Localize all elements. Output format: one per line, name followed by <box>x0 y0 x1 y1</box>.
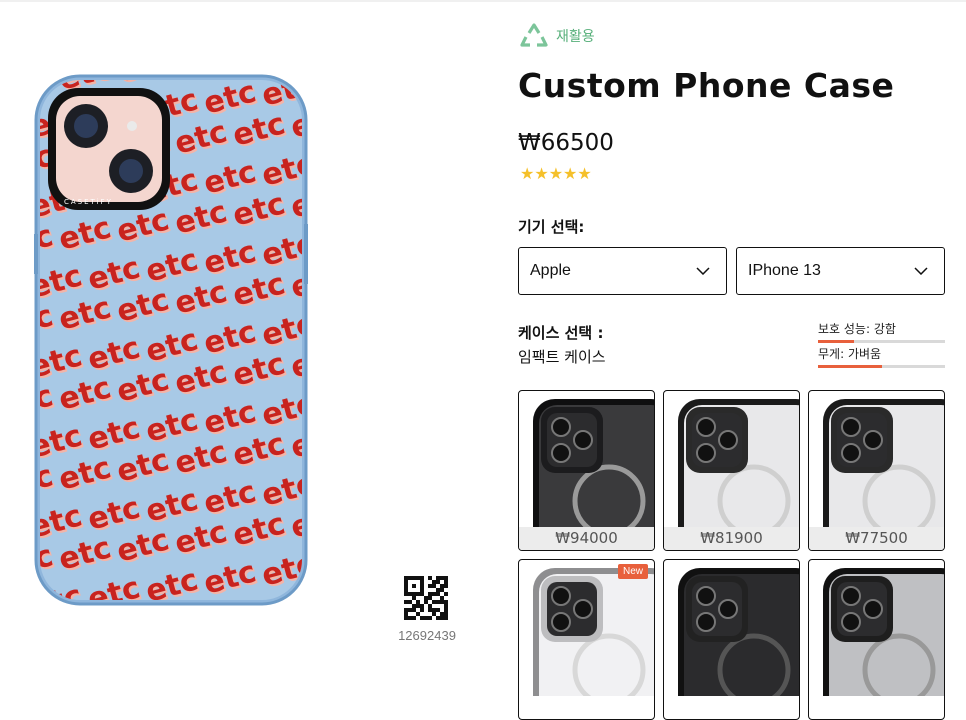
case-option-card[interactable]: ₩77500 <box>808 390 945 551</box>
top-divider <box>0 0 966 2</box>
spec-bar-fill <box>818 365 882 368</box>
product-price: ₩66500 <box>518 130 614 156</box>
case-option-image <box>533 399 654 527</box>
brand-text: CASETiFY <box>64 198 113 206</box>
spec-protection: 보호 성능: 강함 <box>818 320 945 343</box>
case-option-price: ₩81900 <box>664 527 799 550</box>
spec-bar <box>818 365 945 368</box>
new-badge: New <box>617 564 648 579</box>
chevron-down-icon <box>696 267 710 275</box>
product-hero-image: etc etc etc etc etc etc etc etc etc etc etc etc etc e… <box>34 74 308 606</box>
spec-bar <box>818 340 945 343</box>
spec-weight: 무게: 가벼움 <box>818 345 945 368</box>
case-option-card[interactable]: New <box>518 559 655 720</box>
chevron-down-icon <box>914 267 928 275</box>
case-option-image <box>678 568 799 696</box>
recycle-label: 재활용 <box>556 29 595 45</box>
brand-dropdown[interactable]: Apple <box>518 247 727 295</box>
case-option-image <box>678 399 799 527</box>
case-option-card[interactable] <box>808 559 945 720</box>
case-select-label: 케이스 선택 : <box>518 324 604 342</box>
recycle-icon <box>520 23 548 47</box>
case-option-card[interactable] <box>663 559 800 720</box>
qr-code-number: 12692439 <box>398 628 456 643</box>
recycle-badge: 재활용 <box>518 20 595 52</box>
spec-bar-fill <box>818 340 854 343</box>
spec-label: 보호 성능: 강함 <box>818 322 896 336</box>
model-dropdown-value: IPhone 13 <box>748 262 821 279</box>
case-option-image <box>823 399 944 527</box>
case-select-value: 임팩트 케이스 <box>518 348 606 366</box>
device-select-label: 기기 선택: <box>518 218 585 236</box>
case-option-image <box>823 568 944 696</box>
product-title: Custom Phone Case <box>518 66 895 105</box>
case-option-price: ₩77500 <box>809 527 944 550</box>
spec-label: 무게: 가벼움 <box>818 347 882 361</box>
rating-stars: ★★★★★ <box>520 166 592 183</box>
case-option-card[interactable]: ₩81900 <box>663 390 800 551</box>
qr-code <box>404 576 448 620</box>
case-option-price: ₩94000 <box>519 527 654 550</box>
model-dropdown[interactable]: IPhone 13 <box>736 247 945 295</box>
case-option-card[interactable]: ₩94000 <box>518 390 655 551</box>
case-option-image <box>533 568 654 696</box>
brand-dropdown-value: Apple <box>530 262 571 279</box>
